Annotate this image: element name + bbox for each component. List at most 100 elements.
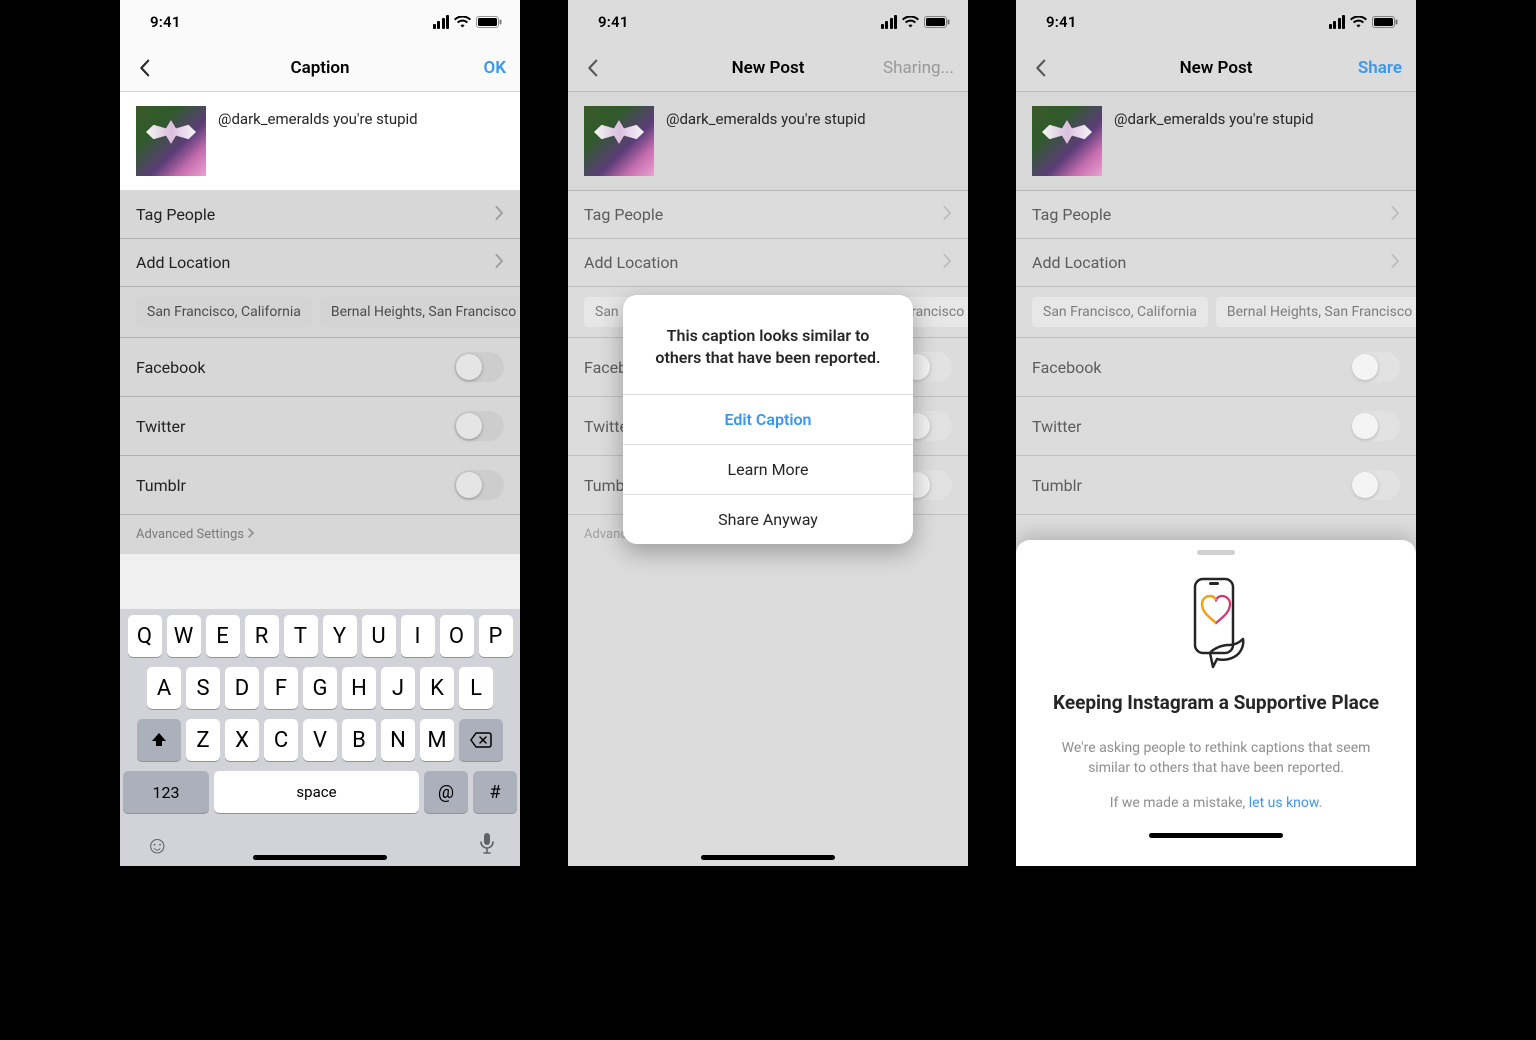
key-k[interactable]: K bbox=[420, 667, 454, 709]
edit-caption-button[interactable]: Edit Caption bbox=[623, 394, 913, 444]
share-twitter-row[interactable]: Twitter bbox=[120, 397, 520, 456]
shift-key[interactable] bbox=[137, 719, 181, 761]
add-location-row[interactable]: Add Location bbox=[120, 239, 520, 287]
key-i[interactable]: I bbox=[401, 615, 435, 657]
nav-action-button[interactable]: Share bbox=[1342, 58, 1402, 78]
add-location-row: Add Location bbox=[1016, 239, 1416, 287]
phone-screen-1: 9:41 Caption OK @dark_emeralds you're st… bbox=[120, 0, 520, 866]
key-c[interactable]: C bbox=[264, 719, 298, 761]
key-x[interactable]: X bbox=[225, 719, 259, 761]
key-e[interactable]: E bbox=[206, 615, 240, 657]
wifi-icon bbox=[902, 16, 919, 28]
back-button[interactable] bbox=[1030, 57, 1090, 79]
space-key[interactable]: space bbox=[214, 771, 419, 813]
chevron-right-icon bbox=[943, 253, 952, 272]
share-tumblr-row: Tumblr bbox=[1016, 456, 1416, 515]
numeric-key[interactable]: 123 bbox=[123, 771, 209, 813]
key-o[interactable]: O bbox=[440, 615, 474, 657]
caption-text[interactable]: @dark_emeralds you're stupid bbox=[218, 106, 418, 128]
clock: 9:41 bbox=[598, 13, 629, 31]
key-p[interactable]: P bbox=[479, 615, 513, 657]
nav-action-button[interactable]: OK bbox=[446, 58, 506, 78]
sheet-grabber[interactable] bbox=[1197, 550, 1235, 555]
back-button[interactable] bbox=[134, 57, 194, 79]
sheet-body: We're asking people to rethink captions … bbox=[1040, 738, 1392, 779]
facebook-label: Facebook bbox=[1032, 358, 1101, 377]
chevron-right-icon bbox=[943, 205, 952, 224]
key-v[interactable]: V bbox=[303, 719, 337, 761]
tag-people-label: Tag People bbox=[136, 205, 215, 224]
key-g[interactable]: G bbox=[303, 667, 337, 709]
chevron-right-icon bbox=[1391, 205, 1400, 224]
key-j[interactable]: J bbox=[381, 667, 415, 709]
phone-heart-illustration bbox=[1173, 575, 1259, 673]
post-thumbnail bbox=[584, 106, 654, 176]
backspace-key[interactable] bbox=[459, 719, 503, 761]
emoji-key[interactable]: ☺ bbox=[145, 831, 170, 860]
learn-more-button[interactable]: Learn More bbox=[623, 444, 913, 494]
caption-warning-alert: This caption looks similar to others tha… bbox=[623, 295, 913, 544]
key-l[interactable]: L bbox=[459, 667, 493, 709]
key-q[interactable]: Q bbox=[128, 615, 162, 657]
key-y[interactable]: Y bbox=[323, 615, 357, 657]
caption-row[interactable]: @dark_emeralds you're stupid bbox=[120, 92, 520, 191]
share-facebook-row[interactable]: Facebook bbox=[120, 338, 520, 397]
location-chips: San Francisco, California Bernal Heights… bbox=[120, 287, 520, 338]
tumblr-label: Tumblr bbox=[136, 476, 186, 495]
at-key[interactable]: @ bbox=[424, 771, 468, 813]
location-chip[interactable]: San Francisco, California bbox=[136, 297, 312, 327]
nav-title: Caption bbox=[194, 58, 446, 78]
chevron-left-icon bbox=[582, 57, 604, 79]
tag-people-row[interactable]: Tag People bbox=[120, 191, 520, 239]
tumblr-toggle bbox=[1350, 470, 1400, 500]
tumblr-toggle[interactable] bbox=[454, 470, 504, 500]
key-z[interactable]: Z bbox=[186, 719, 220, 761]
chevron-right-icon bbox=[1391, 253, 1400, 272]
key-n[interactable]: N bbox=[381, 719, 415, 761]
key-b[interactable]: B bbox=[342, 719, 376, 761]
add-location-label: Add Location bbox=[136, 253, 230, 272]
keyboard-row-4: 123 space @ # bbox=[123, 771, 517, 813]
mic-key[interactable] bbox=[479, 832, 495, 860]
key-r[interactable]: R bbox=[245, 615, 279, 657]
key-h[interactable]: H bbox=[342, 667, 376, 709]
keyboard: Q W E R T Y U I O P A S D F G H J K L Z bbox=[120, 609, 520, 866]
caption-row: @dark_emeralds you're stupid bbox=[1016, 92, 1416, 191]
options-list: Tag People Add Location San Francisco, C… bbox=[1016, 191, 1416, 515]
let-us-know-link[interactable]: let us know bbox=[1249, 795, 1319, 811]
key-m[interactable]: M bbox=[420, 719, 454, 761]
options-list: Tag People Add Location San Francisco, C… bbox=[120, 191, 520, 554]
key-t[interactable]: T bbox=[284, 615, 318, 657]
key-s[interactable]: S bbox=[186, 667, 220, 709]
share-anyway-button[interactable]: Share Anyway bbox=[623, 494, 913, 544]
hash-key[interactable]: # bbox=[473, 771, 517, 813]
status-indicators bbox=[1329, 15, 1399, 29]
signal-icon bbox=[1329, 15, 1346, 29]
key-d[interactable]: D bbox=[225, 667, 259, 709]
advanced-settings-row[interactable]: Advanced Settings bbox=[120, 515, 520, 554]
advanced-label: Advanced Settings bbox=[136, 527, 244, 542]
home-indicator[interactable] bbox=[701, 855, 835, 860]
caption-text: @dark_emeralds you're stupid bbox=[1114, 106, 1314, 128]
key-w[interactable]: W bbox=[167, 615, 201, 657]
tag-people-label: Tag People bbox=[584, 205, 663, 224]
back-button[interactable] bbox=[582, 57, 642, 79]
share-tumblr-row[interactable]: Tumblr bbox=[120, 456, 520, 515]
location-chip[interactable]: Bernal Heights, San Francisco bbox=[320, 297, 520, 327]
tag-people-label: Tag People bbox=[1032, 205, 1111, 224]
twitter-toggle[interactable] bbox=[454, 411, 504, 441]
twitter-toggle bbox=[1350, 411, 1400, 441]
key-a[interactable]: A bbox=[147, 667, 181, 709]
phone-screen-2: 9:41 New Post Sharing... @dark_emeralds … bbox=[568, 0, 968, 866]
facebook-toggle[interactable] bbox=[454, 352, 504, 382]
key-f[interactable]: F bbox=[264, 667, 298, 709]
home-indicator[interactable] bbox=[253, 855, 387, 860]
nav-bar: New Post Sharing... bbox=[568, 44, 968, 92]
supportive-place-sheet: Keeping Instagram a Supportive Place We'… bbox=[1016, 540, 1416, 866]
chevron-right-icon bbox=[495, 253, 504, 272]
add-location-label: Add Location bbox=[584, 253, 678, 272]
location-chip: Bernal Heights, San Francisco bbox=[1216, 297, 1416, 327]
home-indicator[interactable] bbox=[1149, 833, 1283, 838]
twitter-label: Twitter bbox=[1032, 417, 1081, 436]
key-u[interactable]: U bbox=[362, 615, 396, 657]
